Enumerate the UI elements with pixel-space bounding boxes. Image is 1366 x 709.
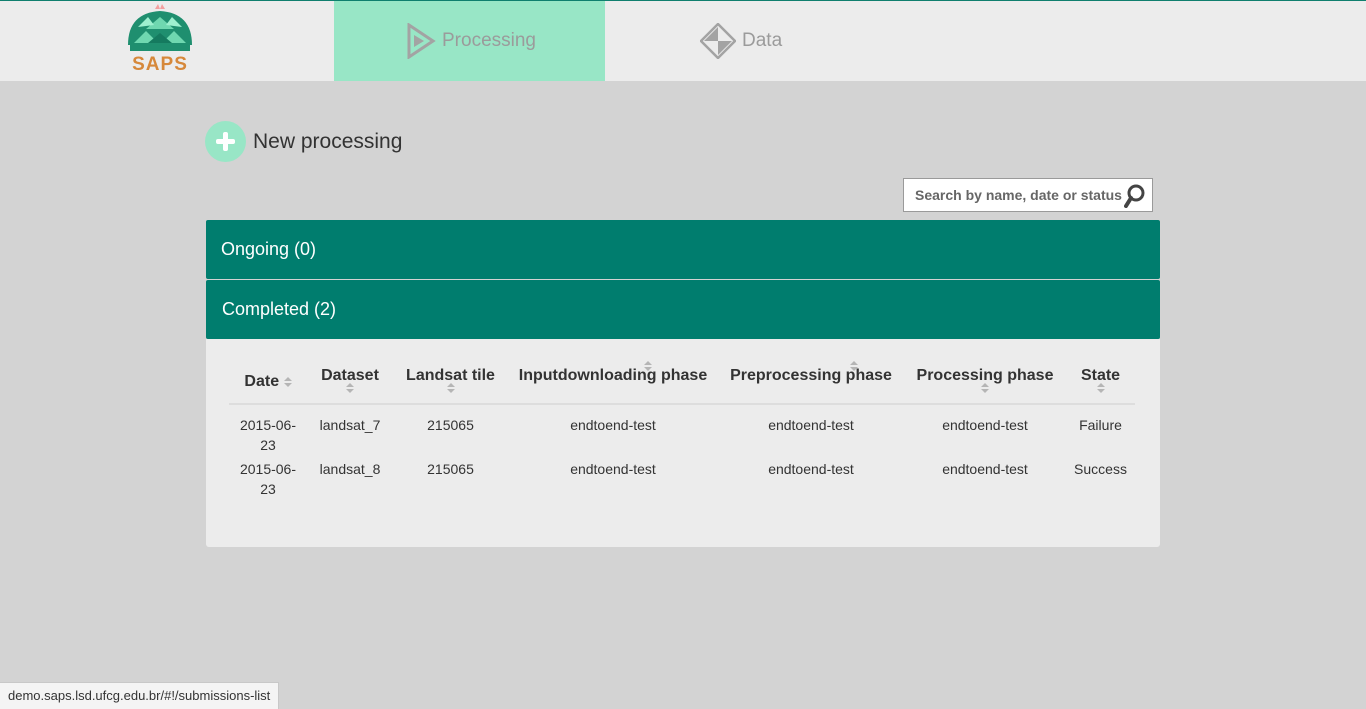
- logo-text: SAPS: [132, 54, 188, 75]
- completed-panel-body: Date Dataset Landsat tile Inputdownloadi…: [206, 339, 1160, 547]
- data-diamond-icon: [700, 23, 736, 59]
- search-box: [903, 178, 1153, 212]
- cell-state: Failure: [1079, 417, 1122, 433]
- column-header-state[interactable]: State: [1066, 355, 1135, 405]
- column-header-inputdownloading-phase[interactable]: Inputdownloading phase: [508, 355, 718, 405]
- cell-date: 2015-06-23: [239, 461, 297, 497]
- cell-dataset: landsat_8: [319, 461, 381, 477]
- cell-inputdownloading-phase: endtoend-test: [570, 461, 656, 477]
- cell-landsat-tile: 215065: [427, 461, 474, 477]
- submissions-table: Date Dataset Landsat tile Inputdownloadi…: [229, 355, 1135, 499]
- sort-icon: [346, 383, 354, 393]
- cell-landsat-tile: 215065: [427, 417, 474, 433]
- column-header-preprocessing-phase[interactable]: Preprocessing phase: [718, 355, 904, 405]
- plus-icon: [205, 121, 246, 162]
- cell-preprocessing-phase: endtoend-test: [768, 417, 854, 433]
- column-header-date[interactable]: Date: [229, 355, 307, 405]
- sort-icon: [283, 376, 292, 387]
- table-header-row: Date Dataset Landsat tile Inputdownloadi…: [229, 355, 1135, 405]
- cell-state: Success: [1074, 461, 1127, 477]
- column-header-processing-phase[interactable]: Processing phase: [904, 355, 1066, 405]
- status-bar-url: demo.saps.lsd.ufcg.edu.br/#!/submissions…: [0, 682, 280, 709]
- table-row[interactable]: 2015-06-23 landsat_7 215065 endtoend-tes…: [229, 404, 1135, 455]
- cell-processing-phase: endtoend-test: [942, 461, 1028, 477]
- sort-icon: [446, 383, 455, 393]
- sort-icon: [981, 383, 989, 393]
- new-processing-button[interactable]: New processing: [205, 121, 402, 162]
- nav-tab-data[interactable]: Data: [700, 1, 840, 81]
- completed-panel-header[interactable]: Completed (2): [206, 280, 1160, 339]
- nav-tab-processing[interactable]: Processing: [334, 1, 605, 81]
- search-input[interactable]: [904, 179, 1124, 211]
- sort-icon: [850, 361, 858, 371]
- cell-processing-phase: endtoend-test: [942, 417, 1028, 433]
- ongoing-panel-header[interactable]: Ongoing (0): [206, 220, 1160, 279]
- ongoing-label: Ongoing (0): [221, 239, 317, 259]
- top-navbar: SAPS Processing Data: [0, 0, 1366, 81]
- completed-label: Completed (2): [222, 299, 337, 319]
- nav-tab-data-label: Data: [742, 30, 783, 51]
- table-row[interactable]: 2015-06-23 landsat_8 215065 endtoend-tes…: [229, 455, 1135, 499]
- cell-preprocessing-phase: endtoend-test: [768, 461, 854, 477]
- new-processing-label: New processing: [253, 129, 403, 153]
- saps-logo-icon: [128, 4, 192, 51]
- sort-icon: [1096, 383, 1105, 393]
- saps-logo[interactable]: SAPS: [124, 3, 196, 77]
- column-header-dataset[interactable]: Dataset: [307, 355, 393, 405]
- column-header-landsat-tile[interactable]: Landsat tile: [393, 355, 508, 405]
- sort-icon: [644, 361, 652, 371]
- cell-dataset: landsat_7: [319, 417, 381, 433]
- search-icon[interactable]: [1124, 184, 1146, 208]
- cell-date: 2015-06-23: [239, 417, 297, 453]
- nav-tab-processing-label: Processing: [442, 30, 536, 51]
- processing-play-icon: [407, 23, 436, 59]
- cell-inputdownloading-phase: endtoend-test: [570, 417, 656, 433]
